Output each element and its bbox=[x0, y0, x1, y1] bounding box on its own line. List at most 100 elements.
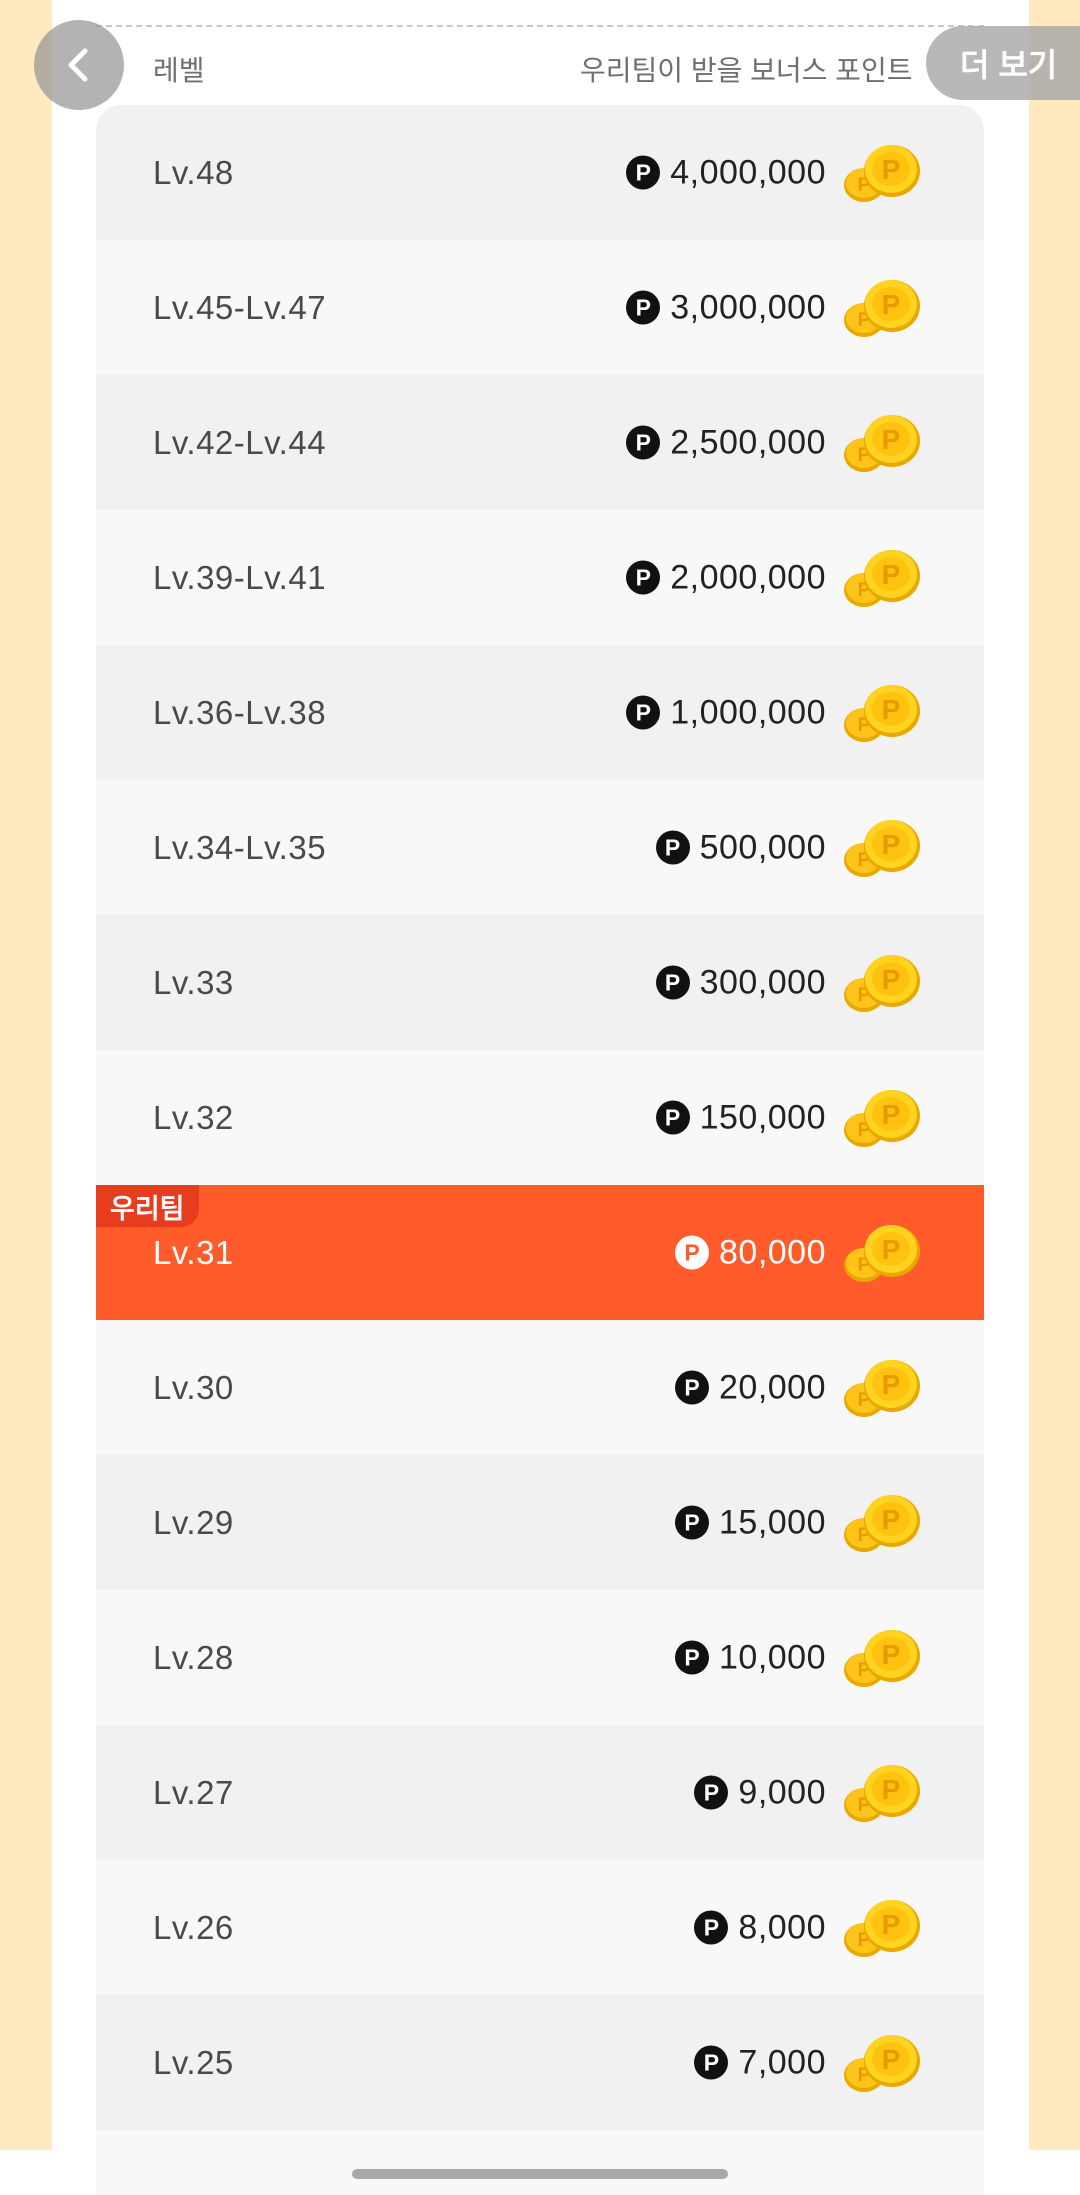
chevron-left-icon bbox=[68, 48, 88, 82]
bonus-amount: 4,000,000 bbox=[670, 153, 826, 191]
bonus-amount: 1,000,000 bbox=[670, 693, 826, 731]
bonus-amount: 300,000 bbox=[699, 963, 826, 1001]
coins-icon: P P bbox=[842, 1356, 922, 1420]
coins-icon: P P bbox=[842, 1086, 922, 1150]
coins-icon: P P bbox=[842, 1221, 922, 1285]
level-label: Lv.26 bbox=[153, 1908, 234, 1946]
side-background-left bbox=[0, 0, 52, 2150]
level-label: Lv.32 bbox=[153, 1098, 234, 1136]
bonus-amount: 9,000 bbox=[738, 1773, 826, 1811]
level-row: Lv.39-Lv.41 P 2,000,000 P P bbox=[96, 510, 984, 645]
svg-text:P: P bbox=[882, 694, 901, 725]
point-badge-icon: P bbox=[675, 1370, 709, 1405]
level-label: Lv.25 bbox=[153, 2043, 234, 2081]
coins-icon: P P bbox=[842, 951, 922, 1015]
bonus-amount: 3,000,000 bbox=[670, 288, 826, 326]
bonus-points: P 150,000 bbox=[655, 1098, 826, 1137]
level-label: Lv.30 bbox=[153, 1368, 234, 1406]
svg-text:P: P bbox=[882, 1099, 901, 1130]
coins-icon: P P bbox=[842, 1896, 922, 1960]
coins-icon: P P bbox=[842, 276, 922, 340]
coins-icon: P P bbox=[842, 141, 922, 205]
bonus-points: P 80,000 bbox=[675, 1233, 826, 1272]
level-label: Lv.27 bbox=[153, 1773, 234, 1811]
point-badge-icon: P bbox=[694, 1910, 729, 1945]
point-badge-icon: P bbox=[655, 1100, 690, 1135]
svg-text:P: P bbox=[882, 424, 901, 455]
bonus-amount: 20,000 bbox=[719, 1368, 826, 1406]
svg-text:P: P bbox=[882, 829, 901, 860]
point-badge-icon: P bbox=[626, 290, 661, 325]
point-badge-icon: P bbox=[626, 155, 661, 190]
level-row: Lv.36-Lv.38 P 1,000,000 P P bbox=[96, 645, 984, 780]
level-row: Lv.32 P 150,000 P P bbox=[96, 1050, 984, 1185]
bonus-points: P 1,000,000 bbox=[626, 693, 826, 732]
bonus-amount: 500,000 bbox=[699, 828, 826, 866]
level-row: Lv.34-Lv.35 P 500,000 P P bbox=[96, 780, 984, 915]
bonus-points: P 2,500,000 bbox=[626, 423, 826, 462]
point-badge-icon: P bbox=[675, 1235, 709, 1270]
level-row: Lv.48 P 4,000,000 P P bbox=[96, 105, 984, 240]
point-badge-icon: P bbox=[655, 965, 690, 1000]
point-badge-icon: P bbox=[675, 1640, 709, 1675]
bonus-points: P 2,000,000 bbox=[626, 558, 826, 597]
coins-icon: P P bbox=[842, 2031, 922, 2095]
home-indicator[interactable] bbox=[352, 2169, 728, 2179]
svg-text:P: P bbox=[882, 1234, 901, 1265]
svg-text:P: P bbox=[882, 559, 901, 590]
back-button[interactable] bbox=[34, 20, 124, 110]
level-label: Lv.28 bbox=[153, 1638, 234, 1676]
svg-text:P: P bbox=[882, 154, 901, 185]
bonus-points: P 10,000 bbox=[675, 1638, 826, 1677]
coins-icon: P P bbox=[842, 1626, 922, 1690]
bonus-points: P 300,000 bbox=[655, 963, 826, 1002]
side-background-right bbox=[1029, 0, 1080, 2150]
column-header-bonus: 우리팀이 받을 보너스 포인트 bbox=[580, 55, 913, 86]
svg-text:P: P bbox=[882, 1504, 901, 1535]
level-row: Lv.30 P 20,000 P P bbox=[96, 1320, 984, 1455]
level-label: Lv.45-Lv.47 bbox=[153, 288, 327, 326]
coins-icon: P P bbox=[842, 411, 922, 475]
svg-text:P: P bbox=[882, 1909, 901, 1940]
level-row bbox=[96, 2130, 984, 2195]
svg-text:P: P bbox=[882, 2044, 901, 2075]
level-row: Lv.26 P 8,000 P P bbox=[96, 1860, 984, 1995]
bonus-points: P 3,000,000 bbox=[626, 288, 826, 327]
point-badge-icon: P bbox=[626, 560, 661, 595]
bonus-points: P 20,000 bbox=[675, 1368, 826, 1407]
level-label: Lv.33 bbox=[153, 963, 234, 1001]
point-badge-icon: P bbox=[694, 2045, 729, 2080]
level-row: Lv.42-Lv.44 P 2,500,000 P P bbox=[96, 375, 984, 510]
point-badge-icon: P bbox=[626, 695, 661, 730]
level-row-current: 우리팀 Lv.31 P 80,000 P P bbox=[96, 1185, 984, 1320]
bonus-points: P 4,000,000 bbox=[626, 153, 826, 192]
bonus-amount: 2,500,000 bbox=[670, 423, 826, 461]
level-row: Lv.28 P 10,000 P P bbox=[96, 1590, 984, 1725]
coins-icon: P P bbox=[842, 681, 922, 745]
level-label: Lv.31 bbox=[153, 1233, 234, 1271]
my-team-badge: 우리팀 bbox=[96, 1185, 199, 1227]
dashed-divider bbox=[96, 25, 984, 27]
svg-text:P: P bbox=[882, 1774, 901, 1805]
level-label: Lv.36-Lv.38 bbox=[153, 693, 327, 731]
bonus-amount: 2,000,000 bbox=[670, 558, 826, 596]
column-header-level: 레벨 bbox=[153, 55, 205, 86]
level-row: Lv.45-Lv.47 P 3,000,000 P P bbox=[96, 240, 984, 375]
bonus-points: P 7,000 bbox=[694, 2043, 826, 2082]
level-label: Lv.34-Lv.35 bbox=[153, 828, 327, 866]
level-row: Lv.33 P 300,000 P P bbox=[96, 915, 984, 1050]
level-label: Lv.39-Lv.41 bbox=[153, 558, 327, 596]
coins-icon: P P bbox=[842, 1491, 922, 1555]
svg-text:P: P bbox=[882, 1369, 901, 1400]
more-button[interactable]: 더 보기 bbox=[926, 26, 1080, 100]
point-badge-icon: P bbox=[675, 1505, 709, 1540]
bonus-amount: 80,000 bbox=[719, 1233, 826, 1271]
bonus-amount: 15,000 bbox=[719, 1503, 826, 1541]
bonus-points: P 8,000 bbox=[694, 1908, 826, 1947]
bonus-points: P 15,000 bbox=[675, 1503, 826, 1542]
level-bonus-list[interactable]: Lv.48 P 4,000,000 P P Lv.45-Lv.47 P 3,00… bbox=[96, 105, 984, 2195]
coins-icon: P P bbox=[842, 816, 922, 880]
level-label: Lv.29 bbox=[153, 1503, 234, 1541]
bonus-amount: 8,000 bbox=[738, 1908, 826, 1946]
svg-text:P: P bbox=[882, 1639, 901, 1670]
